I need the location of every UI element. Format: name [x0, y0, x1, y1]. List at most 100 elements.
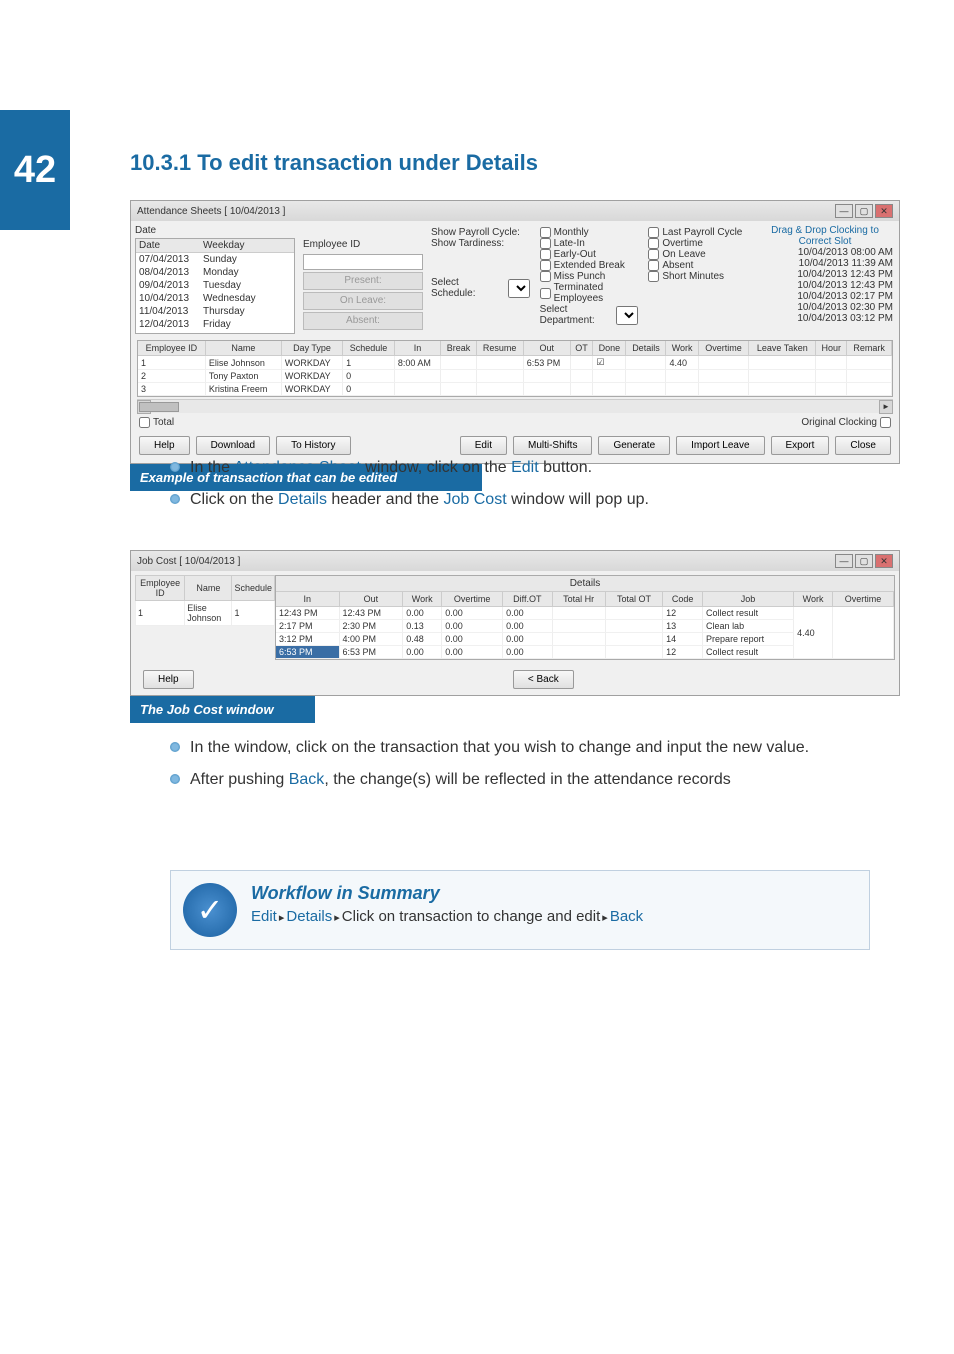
download-button[interactable]: Download	[196, 436, 270, 455]
col-work[interactable]: Work	[403, 592, 442, 607]
timestamp[interactable]: 10/04/2013 02:17 PM	[755, 291, 895, 302]
schedule-select[interactable]	[508, 279, 530, 298]
col-resume[interactable]: Resume	[476, 341, 523, 356]
col-in[interactable]: In	[276, 592, 339, 607]
date-cell[interactable]: 09/04/2013	[136, 279, 200, 292]
col-out[interactable]: Out	[339, 592, 403, 607]
col-out[interactable]: Out	[523, 341, 570, 356]
table-row[interactable]: 1Elise JohnsonWORKDAY18:00 AM6:53 PM☑4.4…	[138, 356, 892, 370]
lastpayroll-checkbox[interactable]	[648, 227, 659, 238]
date-cell[interactable]: 10/04/2013	[136, 292, 200, 305]
table-row[interactable]: 12:43 PM12:43 PM0.000.000.0012Collect re…	[276, 607, 894, 620]
absent-checkbox[interactable]	[648, 260, 659, 271]
col-hour[interactable]: Hour	[816, 341, 847, 356]
edit-button[interactable]: Edit	[460, 436, 507, 455]
latein-checkbox[interactable]	[540, 238, 551, 249]
bullet-icon	[170, 742, 180, 752]
col-in[interactable]: In	[394, 341, 440, 356]
export-button[interactable]: Export	[771, 436, 830, 455]
chk-label: Short Minutes	[662, 271, 724, 282]
details-header[interactable]: Details	[276, 576, 894, 592]
table-row[interactable]: 1Elise Johnson1	[136, 601, 275, 626]
extbreak-checkbox[interactable]	[540, 260, 551, 271]
shortmin-checkbox[interactable]	[648, 271, 659, 282]
import-leave-button[interactable]: Import Leave	[676, 436, 764, 455]
col-work[interactable]: Work	[666, 341, 698, 356]
chk-label: Last Payroll Cycle	[662, 227, 742, 238]
window-titlebar: Job Cost [ 10/04/2013 ] — ▢ ✕	[131, 551, 899, 571]
table-row[interactable]: 3Kristina FreemWORKDAY0	[138, 383, 892, 396]
date-cell[interactable]: 08/04/2013	[136, 266, 200, 279]
timestamp[interactable]: 10/04/2013 11:39 AM	[755, 258, 895, 269]
step-edit: Edit	[251, 908, 277, 925]
terminated-checkbox[interactable]	[540, 288, 551, 299]
col-details[interactable]: Details	[626, 341, 666, 356]
col-name[interactable]: Name	[205, 341, 281, 356]
maximize-button[interactable]: ▢	[855, 554, 873, 568]
earlyout-checkbox[interactable]	[540, 249, 551, 260]
employee-id-input[interactable]	[303, 254, 423, 270]
col-totalot[interactable]: Total OT	[605, 592, 662, 607]
onleave-checkbox[interactable]	[648, 249, 659, 260]
col-overtime[interactable]: Overtime	[698, 341, 748, 356]
back-button[interactable]: < Back	[513, 670, 574, 689]
timestamp[interactable]: 10/04/2013 03:12 PM	[755, 313, 895, 324]
help-button[interactable]: Help	[143, 670, 194, 689]
col-code[interactable]: Code	[663, 592, 703, 607]
bullet-icon	[170, 774, 180, 784]
original-checkbox[interactable]	[880, 417, 891, 428]
col-remark[interactable]: Remark	[847, 341, 892, 356]
col-job[interactable]: Job	[703, 592, 794, 607]
total-checkbox[interactable]	[139, 417, 150, 428]
help-button[interactable]: Help	[139, 436, 190, 455]
date-cell[interactable]: 12/04/2013	[136, 318, 200, 331]
weekday-cell: Monday	[200, 266, 264, 279]
window-title: Job Cost [ 10/04/2013 ]	[137, 556, 240, 567]
job-cost-screenshot: Job Cost [ 10/04/2013 ] — ▢ ✕ Employee I…	[130, 550, 900, 723]
horizontal-scrollbar[interactable]: ◄►	[137, 399, 893, 413]
minimize-button[interactable]: —	[835, 554, 853, 568]
total-label: Total	[153, 417, 174, 428]
close-button[interactable]: ✕	[875, 554, 893, 568]
misspunch-checkbox[interactable]	[540, 271, 551, 282]
date-cell[interactable]: 07/04/2013	[136, 253, 200, 266]
attendance-grid[interactable]: Employee ID Name Day Type Schedule In Br…	[137, 340, 893, 397]
window-title: Attendance Sheets [ 10/04/2013 ]	[137, 206, 285, 217]
col-schedule[interactable]: Schedule	[343, 341, 395, 356]
col-done[interactable]: Done	[593, 341, 626, 356]
col-sum-work[interactable]: Work	[794, 592, 833, 607]
step-back: Back	[610, 908, 643, 925]
col-sum-overtime[interactable]: Overtime	[833, 592, 894, 607]
col-break[interactable]: Break	[441, 341, 476, 356]
timestamp[interactable]: 10/04/2013 12:43 PM	[755, 269, 895, 280]
monthly-checkbox[interactable]	[540, 227, 551, 238]
close-button[interactable]: ✕	[875, 204, 893, 218]
generate-button[interactable]: Generate	[598, 436, 670, 455]
col-ot[interactable]: OT	[570, 341, 593, 356]
date-list[interactable]: DateWeekday 07/04/2013Sunday 08/04/2013M…	[135, 238, 295, 334]
overtime-checkbox[interactable]	[648, 238, 659, 249]
timestamp[interactable]: 10/04/2013 02:30 PM	[755, 302, 895, 313]
to-history-button[interactable]: To History	[276, 436, 350, 455]
link-text: Details	[278, 491, 327, 508]
col-diffot[interactable]: Diff.OT	[503, 592, 552, 607]
col-daytype[interactable]: Day Type	[281, 341, 342, 356]
col-leave[interactable]: Leave Taken	[749, 341, 816, 356]
col-totalhr[interactable]: Total Hr	[552, 592, 605, 607]
weekday-cell: Wednesday	[200, 292, 264, 305]
bullet-icon	[170, 494, 180, 504]
timestamp[interactable]: 10/04/2013 12:43 PM	[755, 280, 895, 291]
col-empid[interactable]: Employee ID	[138, 341, 205, 356]
multi-shifts-button[interactable]: Multi-Shifts	[513, 436, 592, 455]
close-window-button[interactable]: Close	[835, 436, 891, 455]
col-schedule: Schedule	[232, 576, 275, 601]
section-heading: 10.3.1 To edit transaction under Details	[130, 150, 538, 176]
minimize-button[interactable]: —	[835, 204, 853, 218]
maximize-button[interactable]: ▢	[855, 204, 873, 218]
timestamp[interactable]: 10/04/2013 08:00 AM	[755, 247, 895, 258]
date-cell[interactable]: 11/04/2013	[136, 305, 200, 318]
link-text: Back	[289, 771, 325, 788]
dept-select[interactable]	[616, 306, 638, 325]
table-row[interactable]: 2Tony PaxtonWORKDAY0	[138, 370, 892, 383]
col-overtime[interactable]: Overtime	[442, 592, 503, 607]
